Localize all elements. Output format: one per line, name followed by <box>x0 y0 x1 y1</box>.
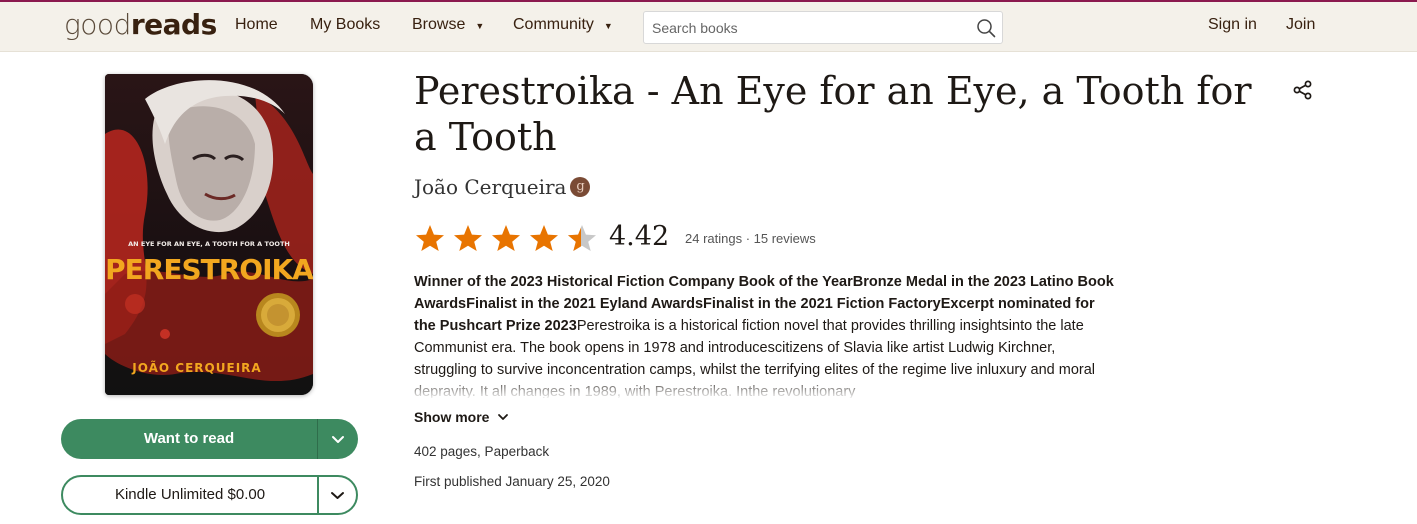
want-to-read-button[interactable]: Want to read <box>61 419 358 459</box>
star-icon <box>416 225 444 251</box>
share-icon[interactable] <box>1292 79 1314 101</box>
kindle-unlimited-button[interactable]: Kindle Unlimited $0.00 <box>61 475 358 515</box>
book-cover[interactable]: AN EYE FOR AN EYE, A TOOTH FOR A TOOTH P… <box>105 74 313 395</box>
caret-down-icon: ▼ <box>475 21 485 31</box>
svg-text:JOÃO CERQUEIRA: JOÃO CERQUEIRA <box>131 360 261 375</box>
description-fade <box>414 376 1114 400</box>
chevron-down-icon[interactable] <box>319 477 356 513</box>
star-icon <box>492 225 520 251</box>
first-published: First published January 25, 2020 <box>414 474 610 489</box>
average-rating: 4.42 <box>609 221 670 252</box>
nav-home[interactable]: Home <box>235 16 278 34</box>
sign-in-link[interactable]: Sign in <box>1208 16 1257 34</box>
goodreads-logo[interactable]: goodreads <box>64 8 217 41</box>
ratings-reviews-count[interactable]: 24 ratings · 15 reviews <box>685 231 816 246</box>
nav-community[interactable]: Community ▼ <box>513 16 613 34</box>
half-star-icon <box>568 225 596 251</box>
show-more-button[interactable]: Show more <box>414 409 509 425</box>
nav-browse[interactable]: Browse ▼ <box>412 16 484 34</box>
chevron-down-icon[interactable] <box>318 419 358 459</box>
book-title: Perestroika - An Eye for an Eye, a Tooth… <box>414 69 1252 159</box>
goodreads-author-badge-icon: g <box>570 177 591 197</box>
site-header: goodreads Home My Books Browse ▼ Communit… <box>0 2 1417 52</box>
nav-my-books[interactable]: My Books <box>310 16 380 34</box>
join-link[interactable]: Join <box>1286 16 1315 34</box>
search-input[interactable] <box>644 12 964 43</box>
star-icon <box>530 225 558 251</box>
author-name[interactable]: João Cerqueira g <box>414 175 591 199</box>
svg-text:AN EYE FOR AN EYE, A TOOTH FOR: AN EYE FOR AN EYE, A TOOTH FOR A TOOTH <box>128 240 290 248</box>
svg-text:PERESTROIKA: PERESTROIKA <box>105 253 313 286</box>
star-icon <box>454 225 482 251</box>
chevron-down-icon <box>498 414 509 420</box>
search-box <box>643 11 1003 44</box>
pages-format: 402 pages, Paperback <box>414 444 550 459</box>
caret-down-icon: ▼ <box>603 21 613 31</box>
book-cover-art: AN EYE FOR AN EYE, A TOOTH FOR A TOOTH P… <box>105 74 313 395</box>
rating-stars <box>414 224 598 252</box>
search-icon[interactable] <box>976 18 996 38</box>
